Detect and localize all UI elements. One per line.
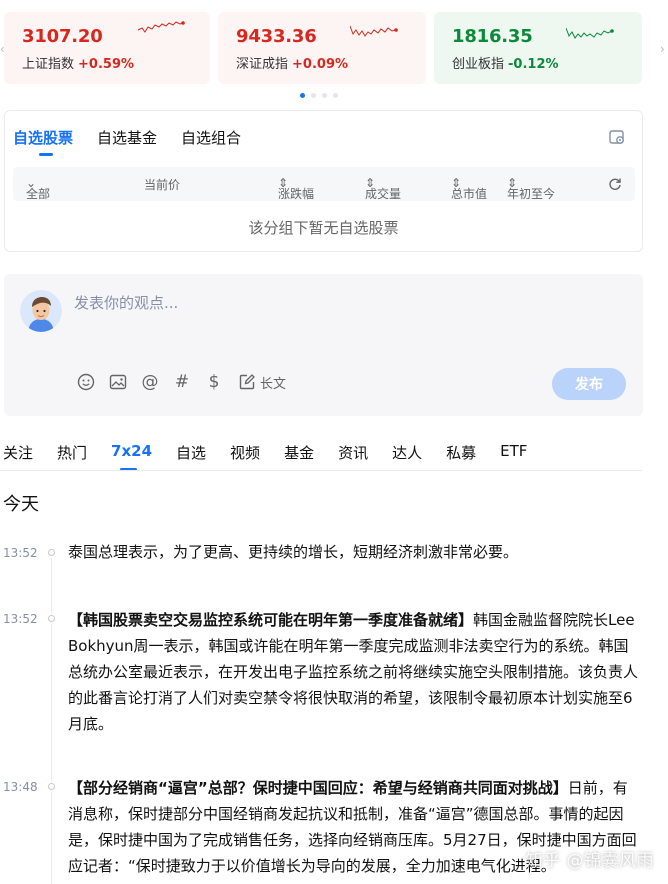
watchlist-empty-message: 该分组下暂无自选股票	[248, 219, 399, 237]
feed-tabs: 关注 热门 7x24 自选 视频 基金 资讯 达人 私募 ETF	[3, 442, 551, 471]
pagination-dot[interactable]	[311, 93, 316, 98]
index-change: +0.09%	[292, 57, 349, 72]
tab-watch-funds[interactable]: 自选基金	[97, 127, 157, 148]
news-body: 泰国总理表示，为了更高、更持续的增长，短期经济刺激非常必要。	[68, 543, 519, 561]
edit-icon	[239, 374, 255, 390]
column-price[interactable]: 当前价	[144, 176, 180, 193]
long-article-button[interactable]: 长文	[238, 373, 286, 392]
tab-etf[interactable]: ETF	[500, 442, 527, 463]
index-change: -0.12%	[508, 57, 559, 72]
tab-hot[interactable]: 热门	[57, 442, 87, 463]
tab-7x24[interactable]: 7x24	[111, 442, 152, 471]
composer-toolbar: @ # $ 长文	[76, 372, 286, 392]
column-ytd[interactable]: 年初至今 ⇕	[507, 176, 555, 201]
tab-follow[interactable]: 关注	[3, 442, 33, 463]
hashtag-icon[interactable]: #	[172, 372, 192, 392]
index-change: +0.59%	[78, 57, 135, 72]
refresh-icon[interactable]	[608, 177, 622, 191]
settings-icon[interactable]	[608, 128, 626, 146]
carousel-next-icon[interactable]: ›	[660, 42, 668, 60]
dollar-icon[interactable]: $	[204, 372, 224, 392]
index-card-sse[interactable]: 3107.20 上证指数 +0.59%	[4, 12, 210, 84]
emoji-icon[interactable]	[76, 372, 96, 392]
feed-tabs-divider	[0, 470, 642, 471]
timeline-dot-icon	[48, 615, 55, 622]
news-title: 【部分经销商“逼宫”总部？保时捷中国回应：希望与经销商共同面对挑战】	[68, 779, 568, 797]
news-title: 【韩国股票卖空交易监控系统可能在明年第一季度准备就绪】	[68, 611, 474, 629]
sparkline-icon	[566, 27, 614, 39]
image-icon[interactable]	[108, 372, 128, 392]
watchlist-panel: 自选股票 自选基金 自选组合 全部 ⌄ 当前价 涨跌幅 ⇕ 成交量 ⇕ 总市值 …	[4, 110, 643, 252]
index-carousel: ‹ 3107.20 上证指数 +0.59% 9433.36 深证成指 +0.09% …	[0, 12, 668, 86]
news-item[interactable]: 13:52 泰国总理表示，为了更高、更持续的增长，短期经济刺激非常必要。	[0, 539, 668, 614]
column-all-filter[interactable]: 全部 ⌄	[26, 176, 50, 201]
watchlist-tabs: 自选股票 自选基金 自选组合	[13, 127, 241, 156]
timeline-line	[51, 558, 52, 614]
news-text: 泰国总理表示，为了更高、更持续的增长，短期经济刺激非常必要。	[68, 539, 640, 565]
news-body: 韩国金融监督院院长Lee Bokhyun周一表示，韩国或许能在明年第一季度完成监…	[68, 611, 639, 733]
long-article-label: 长文	[260, 376, 287, 392]
at-icon[interactable]: @	[140, 372, 160, 392]
column-volume[interactable]: 成交量 ⇕	[365, 176, 401, 201]
news-time: 13:52	[3, 612, 38, 626]
news-time: 13:52	[3, 546, 38, 560]
sparkline-icon	[138, 21, 185, 33]
column-mcap[interactable]: 总市值 ⇕	[451, 176, 487, 201]
carousel-pagination	[300, 93, 338, 98]
index-name: 上证指数	[22, 57, 75, 72]
post-input[interactable]: 发表你的观点...	[74, 292, 178, 313]
publish-button[interactable]: 发布	[552, 368, 626, 400]
column-change[interactable]: 涨跌幅 ⇕	[278, 176, 314, 201]
watermark: 知乎 @锦囊风雨	[525, 851, 654, 871]
tab-watch-portfolios[interactable]: 自选组合	[181, 127, 241, 148]
avatar[interactable]	[20, 290, 62, 332]
timeline-dot-icon	[48, 783, 55, 790]
sparkline-icon	[350, 25, 398, 37]
pagination-dot[interactable]	[300, 93, 305, 98]
date-group-heading: 今天	[3, 494, 39, 515]
timeline-line	[51, 792, 52, 884]
post-composer: 发表你的观点... @ # $ 长文 发布	[4, 274, 643, 416]
index-name: 深证成指	[236, 57, 289, 72]
pagination-dot[interactable]	[333, 93, 338, 98]
tab-experts[interactable]: 达人	[392, 442, 422, 463]
tab-fund[interactable]: 基金	[284, 442, 314, 463]
news-time: 13:48	[3, 780, 38, 794]
news-text: 【韩国股票卖空交易监控系统可能在明年第一季度准备就绪】韩国金融监督院院长Lee …	[68, 607, 640, 737]
tab-video[interactable]: 视频	[230, 442, 260, 463]
tab-news[interactable]: 资讯	[338, 442, 368, 463]
index-name: 创业板指	[452, 57, 505, 72]
index-card-szse[interactable]: 9433.36 深证成指 +0.09%	[218, 12, 426, 84]
news-item[interactable]: 13:52 【韩国股票卖空交易监控系统可能在明年第一季度准备就绪】韩国金融监督院…	[0, 607, 668, 782]
tab-private-fund[interactable]: 私募	[446, 442, 476, 463]
index-card-chinext[interactable]: 1816.35 创业板指 -0.12%	[434, 12, 642, 84]
watchlist-header: 全部 ⌄ 当前价 涨跌幅 ⇕ 成交量 ⇕ 总市值 ⇕ 年初至今 ⇕	[13, 167, 635, 201]
tab-watchlist[interactable]: 自选	[176, 442, 206, 463]
timeline-dot-icon	[48, 549, 55, 556]
timeline-line	[51, 624, 52, 782]
tab-watch-stocks[interactable]: 自选股票	[13, 127, 73, 156]
pagination-dot[interactable]	[322, 93, 327, 98]
